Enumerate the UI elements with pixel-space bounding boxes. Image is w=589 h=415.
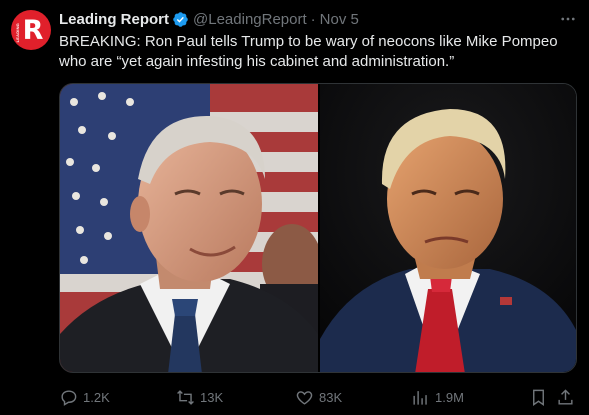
repost-button[interactable]: 13K — [176, 386, 223, 408]
tweet[interactable]: R LEADING Leading Report @LeadingReport … — [0, 0, 589, 415]
verified-badge-icon[interactable] — [172, 11, 189, 28]
more-options-icon[interactable] — [559, 10, 577, 28]
display-name[interactable]: Leading Report — [59, 11, 169, 28]
heart-icon — [296, 390, 313, 405]
tweet-header: Leading Report @LeadingReport · Nov 5 — [59, 9, 359, 29]
bookmark-icon — [533, 389, 544, 406]
like-count: 83K — [319, 389, 343, 405]
reply-count: 1.2K — [83, 389, 110, 405]
views-chart-icon — [413, 390, 427, 405]
repost-count: 13K — [200, 389, 224, 405]
share-button[interactable] — [556, 386, 575, 408]
separator-dot: · — [310, 10, 316, 28]
tweet-text: BREAKING: Ron Paul tells Trump to be war… — [59, 33, 558, 70]
reply-icon — [61, 389, 77, 406]
views-count: 1.9M — [435, 389, 464, 405]
reply-button[interactable]: 1.2K — [59, 386, 110, 408]
timestamp[interactable]: Nov 5 — [320, 11, 359, 28]
portrait-photo-right[interactable] — [320, 84, 577, 373]
like-button[interactable]: 83K — [295, 386, 342, 408]
avatar[interactable]: R LEADING — [11, 10, 51, 50]
share-icon — [558, 388, 573, 405]
views-button[interactable]: 1.9M — [411, 386, 464, 408]
media-grid[interactable] — [59, 83, 577, 373]
portrait-photo-left[interactable] — [60, 84, 318, 373]
avatar-side-text: LEADING — [15, 23, 20, 43]
action-bar: 1.2K 13K 83K 1.9M — [59, 386, 579, 408]
bookmark-button[interactable] — [529, 386, 548, 408]
repost-icon — [177, 389, 194, 405]
handle[interactable]: @LeadingReport — [193, 11, 307, 28]
